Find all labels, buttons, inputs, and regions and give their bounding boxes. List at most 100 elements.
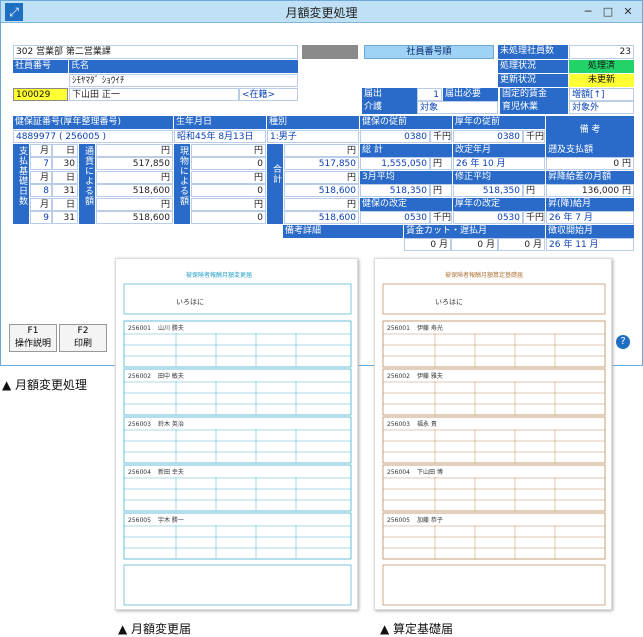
doc-footer-box	[123, 564, 352, 606]
doc-row-code: 256001	[387, 325, 410, 332]
doc-row-name: 新田 幸夫	[158, 468, 184, 476]
report-num: 1	[417, 88, 442, 101]
cut-month-1: 0 月	[404, 238, 451, 251]
pension-rev-value: 0530	[453, 211, 523, 224]
remarks-label: 備 考	[546, 116, 634, 144]
sum-label: 総 計	[360, 144, 452, 157]
health-rev-label: 健保の改定	[360, 198, 452, 211]
unit: 千円	[430, 211, 452, 224]
raise-month-value: 26 年 7 月	[546, 211, 634, 224]
detail-label: 備考詳細	[283, 225, 403, 238]
update-status-label: 更新状況	[498, 74, 568, 87]
doc-header-box	[382, 283, 606, 315]
yen-unit: 円	[284, 198, 359, 211]
month-unit: 月	[30, 198, 52, 211]
doc-base-calc-image: 被保険者報酬月額算定基礎届いろはに 256001 伊藤 寿光 256002 伊藤 雅夫 2…	[382, 271, 606, 606]
pay-value: 517,850	[96, 157, 173, 170]
doc-row-name: 田中 敏夫	[158, 372, 184, 380]
day-unit: 日	[52, 171, 78, 184]
yen-unit: 円	[284, 171, 359, 184]
report-need: 届出必要	[443, 88, 498, 101]
retro-start-label: 徴収開始月	[546, 225, 634, 238]
month-value: 7	[30, 157, 52, 170]
goods-label: 現物による額	[174, 144, 190, 224]
month-value: 9	[30, 211, 52, 224]
kind-value: 1:男子	[267, 130, 359, 143]
doc-row-name: 福永 貴	[417, 420, 437, 428]
name-label: 氏名	[69, 60, 298, 73]
doc-row-name: 伊藤 寿光	[417, 324, 443, 332]
yen-unit: 円	[523, 184, 545, 197]
unit: 千円	[430, 130, 452, 143]
unit: 千円	[523, 211, 545, 224]
raise-label: 昇降給差の月額	[546, 171, 634, 184]
dept-display: 302 営業部 第二営業課	[13, 45, 298, 59]
update-status-value: 未更新	[569, 74, 634, 87]
yen-unit: 円	[191, 171, 266, 184]
day-unit: 日	[52, 198, 78, 211]
doc-header-box	[123, 283, 352, 315]
care-value: 対象	[417, 101, 498, 114]
yen-unit: 円	[191, 144, 266, 157]
month-value: 8	[30, 184, 52, 197]
insure-no-value: 4889977 ( 256005 )	[13, 130, 173, 143]
sort-order-select[interactable]: 社員番号順	[364, 45, 494, 59]
emp-no-label: 社員番号	[13, 60, 68, 73]
cut-month-3: 0 月	[498, 238, 545, 251]
pension-prev-value: 0380	[453, 130, 523, 143]
fixed-avg-value: 518,350	[453, 184, 523, 197]
doc-row-name: 山川 勝夫	[158, 324, 184, 332]
maximize-button[interactable]: □	[600, 4, 616, 19]
rev-month-value: 26 年 10 月	[453, 157, 545, 170]
yen-unit: 円	[284, 144, 359, 157]
doc-row-code: 256001	[128, 325, 151, 332]
health-rev-value: 0530	[360, 211, 430, 224]
goods-value: 0	[191, 211, 266, 224]
doc-monthly-change-image: 被保険者報酬月額変更届いろはに 256001 山川 勝夫 256002 田中 敏夫 256…	[123, 271, 352, 606]
caption-doc2: ▲ 算定基礎届	[380, 622, 454, 636]
goods-value: 0	[191, 184, 266, 197]
doc-stamp: いろはに	[176, 298, 204, 306]
caption-doc1: ▲ 月額変更届	[118, 622, 192, 636]
doc-row-code: 256004	[387, 469, 410, 476]
total-value: 518,600	[284, 184, 359, 197]
total-value: 517,850	[284, 157, 359, 170]
fixed-wage-value: 増額[↑]	[569, 88, 634, 101]
days-value: 31	[52, 184, 78, 197]
doc-stamp: いろはに	[435, 298, 463, 306]
doc-form-title: 被保険者報酬月額変更届	[186, 271, 252, 279]
doc-row-code: 256003	[128, 421, 151, 428]
raise-value: 136,000 円	[546, 184, 634, 197]
emp-name: 下山田 正一	[69, 88, 239, 101]
emp-no-input[interactable]: 100029	[13, 88, 68, 101]
care-label: 介護	[362, 101, 417, 114]
side-label-days: 支払基礎日数	[13, 144, 29, 224]
unprocessed-value: 23	[569, 45, 634, 59]
doc-row-name: 伊藤 雅夫	[417, 372, 443, 380]
rev-month-label: 改定年月	[453, 144, 545, 157]
kana-name: ｼﾓﾔﾏﾀﾞ ｼｮｳｲﾁ	[69, 74, 298, 87]
cut-month-2: 0 月	[451, 238, 498, 251]
insure-no-label: 健保証番号(厚年整理番号)	[13, 116, 173, 129]
minimize-button[interactable]: ─	[580, 4, 596, 19]
total-label: 合計	[267, 144, 283, 224]
doc-row-code: 256002	[128, 373, 151, 380]
pay-value: 518,600	[96, 211, 173, 224]
doc-base-calc: 被保険者報酬月額算定基礎届 いろはに 256001 伊藤 寿光 256002 伊藤 雅夫 2…	[374, 258, 612, 610]
fixed-avg-label: 修正平均	[453, 171, 545, 184]
f1-help-button[interactable]: F1 操作説明	[9, 324, 57, 352]
f2-print-button[interactable]: F2 印刷	[59, 324, 107, 352]
pension-rev-label: 厚年の改定	[453, 198, 545, 211]
retro-label: 遡及支払額	[546, 144, 634, 157]
help-icon[interactable]: ?	[616, 335, 630, 349]
yen-unit: 円	[430, 157, 452, 170]
doc-row-name: 下山田 博	[417, 468, 443, 476]
window-title: 月額変更処理	[285, 6, 358, 20]
pay-value: 518,600	[96, 184, 173, 197]
avg-label: 3月平均	[360, 171, 452, 184]
title-bar: ⤢ 月額変更処理 ─ □ ✕	[1, 1, 642, 23]
doc-row-code: 256002	[387, 373, 410, 380]
pension-prev-label: 厚年の従前	[453, 116, 545, 129]
close-button[interactable]: ✕	[620, 4, 636, 19]
doc-row-name: 宇木 勝一	[158, 516, 184, 524]
